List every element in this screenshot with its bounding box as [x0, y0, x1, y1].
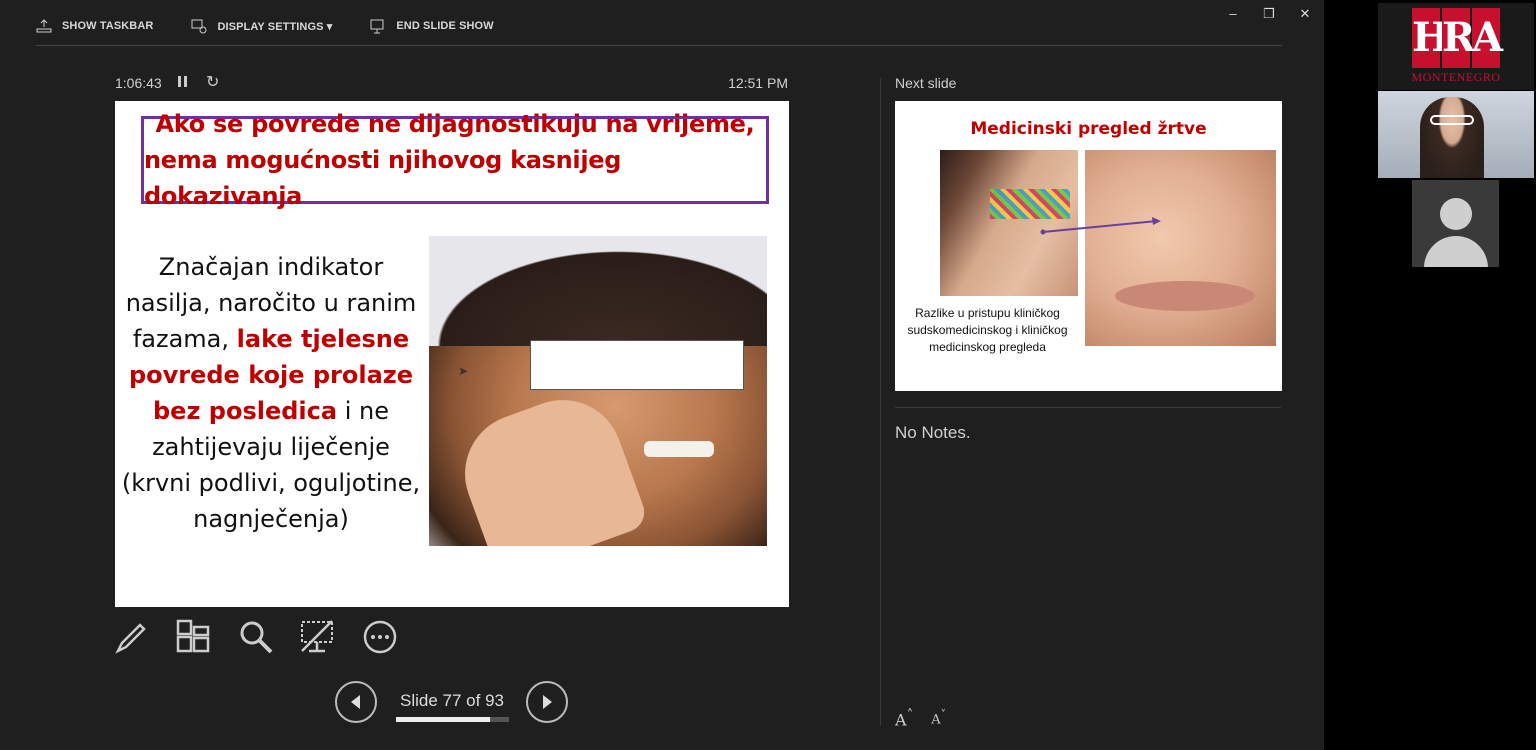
display-settings-button[interactable]: DISPLAY SETTINGS ▾: [191, 18, 332, 34]
decrease-font-button[interactable]: A˅: [931, 708, 946, 729]
slide-tools: [114, 618, 398, 656]
arrow-left-icon: [351, 695, 360, 709]
presenter-toolbar: SHOW TASKBAR DISPLAY SETTINGS ▾ END SLID…: [36, 14, 494, 38]
pause-timer-button[interactable]: [178, 76, 192, 90]
grid-icon: [176, 619, 210, 653]
restart-icon: ↻: [206, 74, 220, 91]
participant-tile-logo[interactable]: H R A MONTENEGRO: [1378, 3, 1534, 90]
slide-progress-fill: [396, 717, 490, 722]
slide-title-line-2: nema mogućnosti njihovog kasnijeg dokazi…: [144, 146, 622, 210]
taskbar-icon: [36, 19, 52, 33]
slide-title-line-1: Ako se povrede ne dijagnostikuju na vrij…: [155, 110, 755, 138]
meeting-participants-panel: H R A MONTENEGRO: [1324, 0, 1536, 750]
next-slide-label: Next slide: [895, 75, 957, 91]
display-settings-label: DISPLAY SETTINGS ▾: [217, 20, 333, 33]
end-show-icon: [370, 19, 384, 34]
screen-slash-icon: [301, 620, 333, 653]
anonymization-box: [530, 340, 744, 390]
increase-font-button[interactable]: A˄: [895, 708, 913, 729]
window-controls: – ❐ ✕: [1226, 6, 1312, 22]
slide-counter[interactable]: Slide 77 of 93: [392, 691, 512, 711]
participant-tile-video[interactable]: [1378, 91, 1534, 178]
avatar-icon: [1440, 198, 1472, 230]
reset-timer-button[interactable]: ↻: [206, 72, 219, 92]
zoom-button[interactable]: [238, 618, 274, 656]
pause-icon: [178, 76, 181, 87]
increase-font-icon: A: [895, 710, 907, 730]
close-button[interactable]: ✕: [1298, 6, 1312, 22]
slide-injury-photo: [429, 236, 767, 546]
more-options-button[interactable]: [362, 618, 398, 656]
pane-divider[interactable]: [880, 78, 881, 726]
mouse-cursor-icon: ➤: [458, 364, 469, 378]
show-taskbar-button[interactable]: SHOW TASKBAR: [36, 18, 153, 34]
slide-body-text: Značajan indikator nasilja, naročito u r…: [121, 249, 421, 537]
toolbar-divider: [36, 45, 1282, 46]
slide-progress-bar: [396, 717, 509, 722]
decrease-font-icon: A: [931, 712, 941, 728]
minimize-button[interactable]: –: [1226, 6, 1240, 22]
elapsed-timer: 1:06:43: [115, 75, 162, 91]
current-time: 12:51 PM: [728, 75, 788, 91]
speaker-notes[interactable]: No Notes.: [895, 423, 971, 443]
more-icon: [363, 620, 397, 654]
notes-font-controls: A˄ A˅: [895, 708, 946, 729]
display-settings-icon: [191, 19, 207, 34]
current-slide[interactable]: Ako se povrede ne dijagnostikuju na vrij…: [115, 101, 789, 607]
pen-icon: [115, 623, 146, 654]
notes-divider: [895, 407, 1281, 408]
hra-logo: H R A: [1412, 8, 1503, 68]
magnifier-icon: [240, 621, 273, 654]
participant-tile-avatar[interactable]: [1412, 180, 1499, 267]
arrow-right-icon: [543, 695, 552, 709]
see-all-slides-button[interactable]: [176, 618, 212, 656]
pen-tool-button[interactable]: [114, 618, 150, 656]
restore-button[interactable]: ❐: [1262, 6, 1276, 22]
next-slide-button[interactable]: [526, 681, 568, 723]
next-slide-preview[interactable]: Medicinski pregled žrtve Razlike u prist…: [895, 101, 1282, 391]
presenter-view: SHOW TASKBAR DISPLAY SETTINGS ▾ END SLID…: [0, 0, 1324, 750]
slide-title-box: Ako se povrede ne dijagnostikuju na vrij…: [141, 110, 769, 210]
end-slide-show-button[interactable]: END SLIDE SHOW: [370, 18, 494, 34]
logo-subtitle: MONTENEGRO: [1411, 70, 1501, 84]
participant-video-feed: [1420, 97, 1484, 178]
end-slide-show-label: END SLIDE SHOW: [396, 20, 494, 32]
next-slide-caption: Razlike u pristupu kliničkog sudskomedic…: [907, 306, 1068, 354]
black-screen-button[interactable]: [300, 618, 336, 656]
show-taskbar-label: SHOW TASKBAR: [62, 20, 154, 32]
previous-slide-button[interactable]: [335, 681, 377, 723]
